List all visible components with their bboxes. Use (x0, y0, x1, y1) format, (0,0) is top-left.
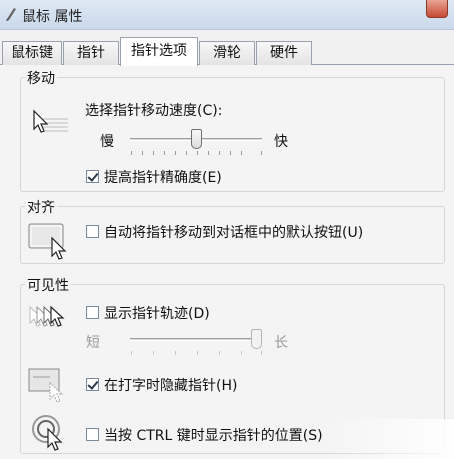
snap-label: 自动将指针移动到对话框中的默认按钮(U) (104, 225, 364, 241)
tab-hardware[interactable]: 硬件 (256, 41, 312, 65)
tab-pointer-options[interactable]: 指针选项 (120, 37, 198, 66)
short-label: 短 (86, 335, 100, 351)
trails-slider-thumb[interactable] (251, 329, 262, 349)
long-label: 长 (274, 335, 288, 351)
snap-group-title: 对齐 (25, 197, 57, 217)
pointer-trails-icon (29, 305, 65, 327)
trails-slider-track[interactable] (130, 338, 262, 341)
close-button[interactable] (426, 0, 448, 18)
show-location-icon (32, 415, 63, 451)
hide-while-typing-icon (28, 368, 64, 403)
snap-checkbox[interactable] (86, 225, 99, 238)
pointer-speed-icon (33, 109, 68, 133)
trails-label: 显示指针轨迹(D) (104, 306, 210, 322)
motion-group-title: 移动 (25, 68, 57, 88)
trails-checkbox[interactable] (86, 306, 99, 319)
speed-label: 选择指针移动速度(C): (85, 103, 223, 119)
tab-buttons[interactable]: 鼠标键 (2, 41, 62, 65)
ctrl-location-label: 当按 CTRL 键时显示指针的位置(S) (104, 428, 323, 444)
visibility-group-title: 可见性 (25, 275, 71, 295)
watermark-overlay (324, 419, 454, 459)
slow-label: 慢 (100, 134, 114, 150)
speed-slider-thumb[interactable] (191, 129, 202, 149)
fast-label: 快 (274, 134, 288, 150)
ctrl-location-checkbox[interactable] (86, 428, 99, 441)
snap-to-button-icon (28, 223, 67, 260)
mouse-icon (6, 8, 16, 21)
precision-checkbox[interactable] (86, 170, 99, 183)
tab-strip: 鼠标键 指针 指针选项 滑轮 硬件 (0, 30, 454, 66)
hide-typing-label: 在打字时隐藏指针(H) (104, 378, 238, 394)
pointer-options-panel: 移动 选择指针移动速度(C): 慢 快 提高指针精确度(E) 对齐 自动将指针移… (0, 65, 454, 459)
motion-group: 移动 (20, 68, 445, 192)
title-bar: 鼠标 属性 (0, 0, 454, 30)
window-title: 鼠标 属性 (22, 9, 83, 25)
tab-pointers[interactable]: 指针 (63, 41, 119, 65)
hide-typing-checkbox[interactable] (86, 378, 99, 391)
tab-wheel[interactable]: 滑轮 (199, 41, 255, 65)
precision-label: 提高指针精确度(E) (104, 170, 222, 186)
